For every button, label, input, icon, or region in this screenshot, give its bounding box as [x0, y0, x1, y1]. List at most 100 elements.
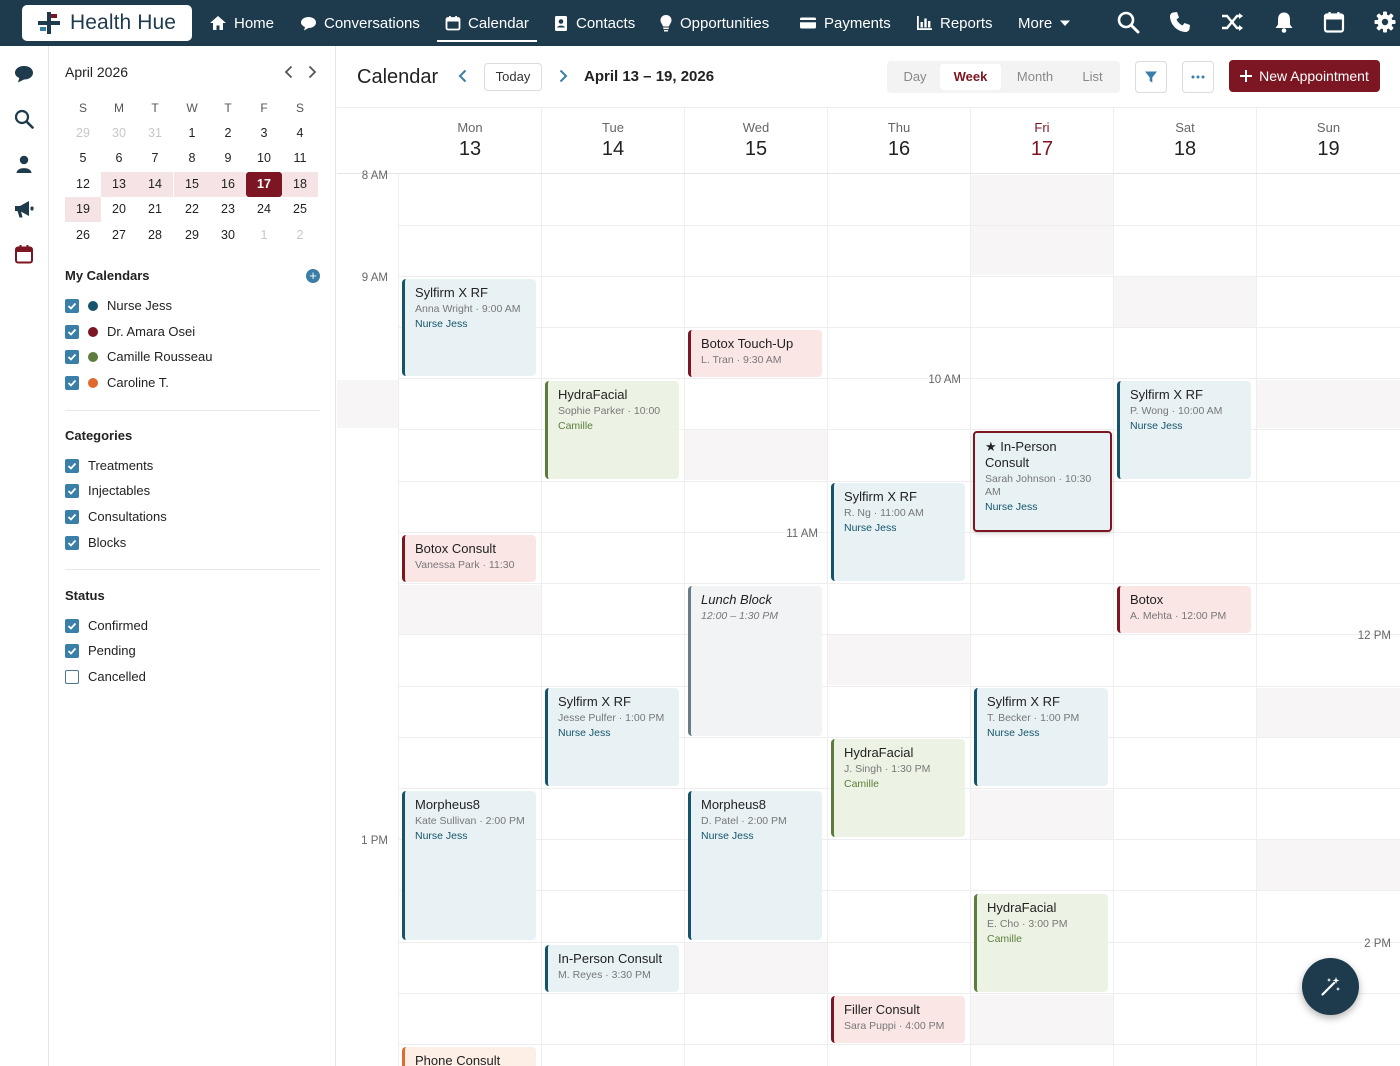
appointment-card[interactable]: Sylfirm X RF T. Becker · 1:00 PM Nurse J…	[974, 688, 1108, 786]
mini-calendar-day[interactable]: 23	[210, 197, 246, 222]
appointment-card[interactable]: Sylfirm X RF Jesse Pulfer · 1:00 PM Nurs…	[545, 688, 679, 786]
nav-calendar[interactable]: Calendar	[437, 0, 537, 46]
appointment-card[interactable]: Morpheus8 D. Patel · 2:00 PM Nurse Jess	[688, 791, 822, 940]
appointment-card[interactable]: HydraFacial E. Cho · 3:00 PM Camille	[974, 894, 1108, 992]
mini-calendar-day[interactable]: 31	[137, 121, 173, 146]
mini-calendar-day[interactable]: 7	[137, 146, 173, 171]
chat-bubble-icon[interactable]	[13, 63, 35, 85]
checkbox-unchecked-icon[interactable]	[65, 669, 79, 684]
mini-calendar-day[interactable]: 28	[137, 223, 173, 248]
shuffle-icon[interactable]	[1220, 10, 1244, 34]
search-icon[interactable]	[13, 108, 35, 130]
mini-calendar-day[interactable]: 30	[210, 223, 246, 248]
category-toggle-blocks[interactable]: Blocks	[65, 535, 126, 550]
gear-icon[interactable]	[1373, 10, 1397, 34]
mini-calendar-day[interactable]: 10	[246, 146, 282, 171]
view-month-button[interactable]: Month	[1004, 64, 1066, 90]
mini-calendar-day[interactable]: 29	[65, 121, 101, 146]
megaphone-icon[interactable]	[13, 198, 35, 220]
chevron-right-icon[interactable]	[304, 64, 320, 80]
next-week-button[interactable]	[555, 68, 571, 84]
appointment-card[interactable]: Botox Consult Vanessa Park · 11:30	[402, 535, 536, 582]
mini-calendar-day[interactable]: 29	[174, 223, 210, 248]
mini-calendar-today[interactable]: 17	[246, 172, 282, 197]
day-header[interactable]: Wed 15	[685, 108, 828, 174]
search-icon[interactable]	[1116, 10, 1140, 34]
nav-contacts[interactable]: Contacts	[553, 0, 635, 46]
filter-button[interactable]	[1135, 61, 1167, 93]
mini-calendar-day[interactable]: 30	[101, 121, 137, 146]
checkbox-checked-icon[interactable]	[65, 535, 79, 550]
mini-calendar-day[interactable]: 12	[65, 172, 101, 197]
nav-more[interactable]: More	[1018, 0, 1071, 46]
view-list-button[interactable]: List	[1068, 64, 1117, 90]
calendar-toggle-caroline-t[interactable]: Caroline T.	[65, 375, 169, 390]
day-header[interactable]: Mon 13	[399, 108, 542, 174]
mini-calendar-day-selected-week[interactable]: 16	[210, 172, 246, 197]
checkbox-checked-icon[interactable]	[65, 324, 79, 339]
checkbox-checked-icon[interactable]	[65, 643, 79, 658]
mini-calendar-day-selected-week[interactable]: 15	[174, 172, 210, 197]
day-header[interactable]: Thu 16	[828, 108, 971, 174]
category-toggle-injectables[interactable]: Injectables	[65, 483, 150, 498]
appointment-card[interactable]: Botox A. Mehta · 12:00 PM	[1117, 586, 1251, 633]
more-options-button[interactable]	[1182, 61, 1214, 93]
appointment-card[interactable]: HydraFacial Sophie Parker · 10:00 Camill…	[545, 381, 679, 479]
category-toggle-treatments[interactable]: Treatments	[65, 458, 153, 473]
mini-calendar-day[interactable]: 6	[101, 146, 137, 171]
checkbox-checked-icon[interactable]	[65, 509, 79, 524]
mini-calendar-day[interactable]: 5	[65, 146, 101, 171]
appointment-card[interactable]: Botox Touch-Up L. Tran · 9:30 AM	[688, 330, 822, 377]
brand-logo[interactable]: Health Hue	[22, 5, 192, 41]
previous-week-button[interactable]	[455, 68, 471, 84]
mini-calendar-day[interactable]: 25	[282, 197, 318, 222]
appointment-card[interactable]: Morpheus8 Kate Sullivan · 2:00 PM Nurse …	[402, 791, 536, 940]
mini-calendar-day[interactable]: 26	[65, 223, 101, 248]
day-header-today[interactable]: Fri 17	[971, 108, 1114, 174]
mini-calendar-day[interactable]: 9	[210, 146, 246, 171]
status-toggle-pending[interactable]: Pending	[65, 643, 136, 658]
checkbox-checked-icon[interactable]	[65, 375, 79, 390]
nav-opportunities[interactable]: Opportunities	[659, 0, 769, 46]
phone-icon[interactable]	[1168, 10, 1192, 34]
calendar-toggle-camille-rousseau[interactable]: Camille Rousseau	[65, 349, 213, 364]
appointment-card[interactable]: Sylfirm X RF R. Ng · 11:00 AM Nurse Jess	[831, 483, 965, 581]
appointment-card[interactable]: Filler Consult Sara Puppi · 4:00 PM	[831, 996, 965, 1043]
nav-reports[interactable]: Reports	[916, 0, 993, 46]
mini-calendar-day[interactable]: 2	[210, 121, 246, 146]
today-button[interactable]: Today	[484, 63, 542, 91]
lunch-block[interactable]: Lunch Block 12:00 – 1:30 PM	[688, 586, 822, 736]
nav-conversations[interactable]: Conversations	[300, 0, 420, 46]
mini-calendar-day[interactable]: 21	[137, 197, 173, 222]
appointment-card[interactable]: In-Person Consult M. Reyes · 3:30 PM	[545, 945, 679, 992]
person-icon[interactable]	[13, 153, 35, 175]
checkbox-checked-icon[interactable]	[65, 298, 79, 313]
appointment-card[interactable]: Phone Consult	[402, 1047, 536, 1066]
checkbox-checked-icon[interactable]	[65, 458, 79, 473]
nav-home[interactable]: Home	[209, 0, 274, 46]
checkbox-checked-icon[interactable]	[65, 349, 79, 364]
mini-calendar-day-selected-week[interactable]: 19	[65, 197, 101, 222]
checkbox-checked-icon[interactable]	[65, 483, 79, 498]
nav-payments[interactable]: Payments	[799, 0, 891, 46]
add-calendar-button[interactable]: +	[306, 269, 320, 283]
calendar-icon[interactable]	[1322, 10, 1346, 34]
checkbox-checked-icon[interactable]	[65, 618, 79, 633]
mini-calendar-day[interactable]: 1	[174, 121, 210, 146]
mini-calendar-day[interactable]: 3	[246, 121, 282, 146]
day-header[interactable]: Tue 14	[542, 108, 685, 174]
appointment-card-highlighted[interactable]: ★ In-Person Consult Sarah Johnson · 10:3…	[973, 431, 1112, 532]
new-appointment-button[interactable]: New Appointment	[1229, 60, 1380, 92]
day-header[interactable]: Sat 18	[1114, 108, 1257, 174]
mini-calendar-day[interactable]: 4	[282, 121, 318, 146]
appointment-card[interactable]: HydraFacial J. Singh · 1:30 PM Camille	[831, 739, 965, 837]
mini-calendar-day[interactable]: 11	[282, 146, 318, 171]
mini-calendar-day[interactable]: 20	[101, 197, 137, 222]
view-week-button[interactable]: Week	[940, 64, 1001, 90]
appointment-card[interactable]: Sylfirm X RF Anna Wright · 9:00 AM Nurse…	[402, 279, 536, 376]
mini-calendar-day-selected-week[interactable]: 18	[282, 172, 318, 197]
calendar-toggle-dr-amara-osei[interactable]: Dr. Amara Osei	[65, 324, 195, 339]
mini-calendar-day-selected-week[interactable]: 13	[101, 172, 137, 197]
status-toggle-confirmed[interactable]: Confirmed	[65, 618, 148, 633]
appointment-card[interactable]: Sylfirm X RF P. Wong · 10:00 AM Nurse Je…	[1117, 381, 1251, 479]
